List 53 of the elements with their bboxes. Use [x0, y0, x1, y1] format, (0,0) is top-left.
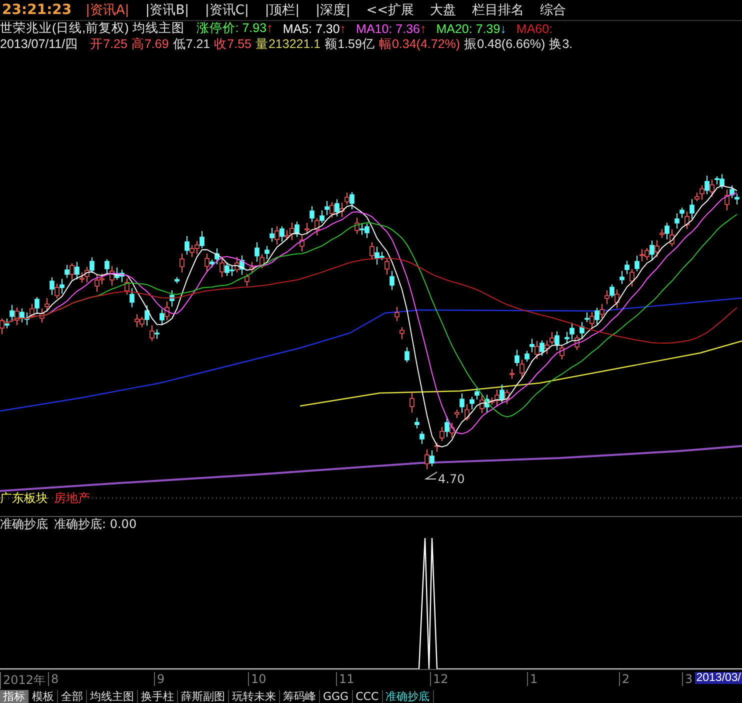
- indicator-value: 涨停价: 7.93↑: [196, 20, 273, 38]
- axis-label: 1: [527, 672, 538, 686]
- indicator-value: MA10: 7.36↑: [356, 22, 426, 36]
- quote-value: 低7.21: [172, 36, 210, 54]
- stock-title: 世荣兆业(日线,前复权) 均线主图: [0, 20, 184, 38]
- leader-line: [424, 470, 438, 481]
- top-tab[interactable]: <<扩展: [358, 0, 422, 19]
- top-tab[interactable]: |资讯A|: [78, 0, 138, 19]
- axis-label: 2: [619, 672, 630, 686]
- top-tab[interactable]: |资讯B|: [137, 0, 197, 19]
- clock: 23:21:23: [1, 2, 73, 18]
- top-tab[interactable]: 栏目排名: [464, 0, 532, 19]
- quote-value: 高7.69: [131, 36, 169, 54]
- bottom-tab[interactable]: GGG: [320, 690, 353, 703]
- indicator-value: MA20: 7.39↓: [436, 22, 506, 36]
- top-tab[interactable]: |资讯C|: [197, 0, 257, 19]
- bottom-tab[interactable]: 准确抄底: [382, 690, 434, 703]
- indicator-reading: 准确抄底: 0.00: [54, 516, 137, 533]
- top-tab[interactable]: |深度|: [308, 0, 358, 19]
- bottom-tab[interactable]: 换手柱: [138, 690, 178, 703]
- bottom-tab[interactable]: 全部: [58, 690, 87, 703]
- low-price-label: 4.70: [438, 472, 465, 486]
- bottom-tab[interactable]: 薛斯副图: [178, 690, 229, 703]
- quote-value: 开7.25: [90, 36, 128, 54]
- axis-label: 2012年: [0, 672, 46, 690]
- top-tab[interactable]: 大盘: [422, 0, 464, 19]
- axis-label: 10: [248, 672, 266, 686]
- indicator-value: MA5: 7.30↑: [282, 22, 346, 36]
- axis-label: 8: [48, 672, 59, 686]
- top-tab[interactable]: 综合: [532, 0, 574, 19]
- indicator-value: MA60:: [516, 22, 553, 36]
- top-tab[interactable]: |顶栏|: [256, 0, 308, 19]
- quote-value: 振0.48(6.66%): [464, 36, 546, 54]
- quote-value: 换3.: [549, 36, 573, 54]
- axis-label: 11: [336, 672, 354, 686]
- quote-date: 2013/07/11/四: [0, 36, 78, 54]
- quote-value: 额1.59亿: [324, 36, 375, 54]
- axis-label: 12: [430, 672, 448, 686]
- bottom-tab[interactable]: 指标: [0, 690, 29, 703]
- indicator-name: 准确抄底: [0, 516, 48, 533]
- sector-label: 房地产: [54, 490, 90, 507]
- quote-value: 收7.55: [214, 36, 252, 54]
- bottom-tab[interactable]: 筹码峰: [280, 690, 320, 703]
- quote-value: 幅0.34(4.72%): [378, 36, 460, 54]
- bottom-tab[interactable]: 均线主图: [87, 690, 138, 703]
- sector-label: 广东板块: [0, 490, 48, 507]
- bottom-tab[interactable]: CCC: [352, 690, 383, 703]
- bottom-tab[interactable]: 模板: [29, 690, 58, 703]
- quote-value: 量213221.1: [255, 36, 321, 54]
- cursor-date: 2013/03/: [695, 672, 742, 684]
- axis-label: 3: [682, 672, 693, 686]
- bottom-tab[interactable]: 玩转未来: [229, 690, 280, 703]
- axis-label: 9: [154, 672, 165, 686]
